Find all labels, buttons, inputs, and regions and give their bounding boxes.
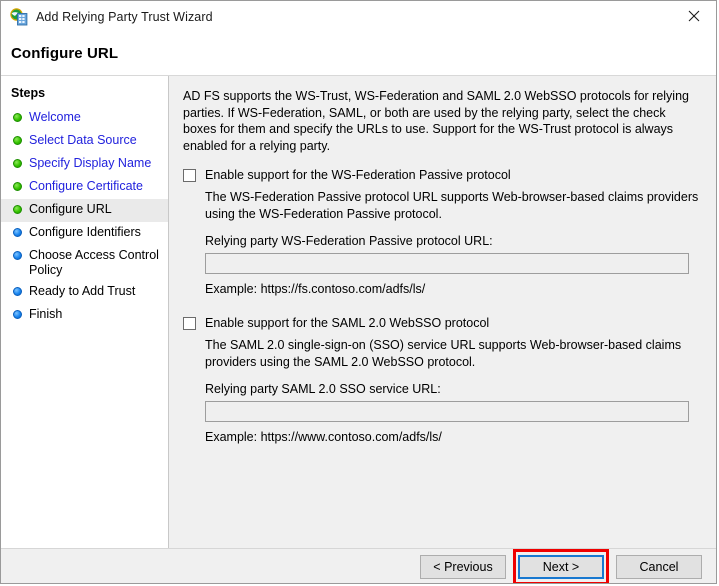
wsfed-url-label: Relying party WS-Federation Passive prot… (205, 234, 493, 248)
step-bullet-icon (13, 113, 22, 122)
sidebar-item-label: Configure Certificate (29, 179, 143, 193)
steps-heading: Steps (11, 86, 46, 100)
wsfed-checkbox-row[interactable]: Enable support for the WS-Federation Pas… (183, 168, 702, 183)
button-bar: < Previous Next > Cancel (1, 548, 716, 583)
saml-url-input[interactable] (205, 401, 689, 422)
sidebar-item-ready-to-add-trust[interactable]: Ready to Add Trust (1, 281, 168, 304)
sidebar-item-label: Configure URL (29, 202, 112, 216)
cancel-button[interactable]: Cancel (616, 554, 702, 579)
wsfed-example-text: Example: https://fs.contoso.com/adfs/ls/ (205, 282, 426, 296)
sidebar-item-label: Ready to Add Trust (29, 284, 136, 298)
close-icon[interactable] (671, 1, 716, 31)
step-bullet-icon (13, 136, 22, 145)
wsfed-url-input[interactable] (205, 253, 689, 274)
title-bar: Add Relying Party Trust Wizard (1, 1, 716, 32)
sidebar-item-configure-url[interactable]: Configure URL (1, 199, 168, 222)
saml-url-label: Relying party SAML 2.0 SSO service URL: (205, 382, 441, 396)
sidebar-item-label: Select Data Source (29, 133, 137, 147)
sidebar-item-select-data-source[interactable]: Select Data Source (1, 130, 168, 153)
wsfed-checkbox-label: Enable support for the WS-Federation Pas… (205, 168, 511, 182)
saml-section: The SAML 2.0 single-sign-on (SSO) servic… (205, 337, 702, 444)
sidebar-item-configure-certificate[interactable]: Configure Certificate (1, 176, 168, 199)
page-title: Configure URL (11, 45, 119, 62)
sidebar-item-configure-identifiers[interactable]: Configure Identifiers (1, 222, 168, 245)
window-title: Add Relying Party Trust Wizard (36, 9, 213, 24)
previous-button[interactable]: < Previous (420, 554, 506, 579)
wizard-body: Steps Welcome Select Data Source Specify… (1, 76, 716, 548)
resize-grip-icon[interactable] (354, 580, 364, 583)
content-panel: AD FS supports the WS-Trust, WS-Federati… (169, 76, 716, 548)
wsfed-section: The WS-Federation Passive protocol URL s… (205, 189, 702, 296)
sidebar-item-welcome[interactable]: Welcome (1, 107, 168, 130)
wsfed-enable-checkbox[interactable] (183, 169, 196, 182)
saml-enable-checkbox[interactable] (183, 317, 196, 330)
step-bullet-icon (13, 251, 22, 260)
sidebar-item-label: Specify Display Name (29, 156, 152, 170)
sidebar-item-label: Finish (29, 307, 63, 321)
step-bullet-icon (13, 205, 22, 214)
sidebar-item-label: Choose Access Control Policy (29, 248, 159, 277)
step-bullet-icon (13, 287, 22, 296)
intro-paragraph: AD FS supports the WS-Trust, WS-Federati… (183, 89, 689, 153)
next-button[interactable]: Next > (518, 554, 604, 579)
wsfed-description: The WS-Federation Passive protocol URL s… (205, 190, 699, 221)
sidebar-item-finish[interactable]: Finish (1, 304, 168, 327)
adfs-globe-server-icon (10, 7, 28, 26)
sidebar-item-choose-access-control-policy[interactable]: Choose Access Control Policy (1, 245, 168, 281)
saml-description: The SAML 2.0 single-sign-on (SSO) servic… (205, 338, 682, 369)
page-header: Configure URL (1, 32, 716, 76)
saml-checkbox-row[interactable]: Enable support for the SAML 2.0 WebSSO p… (183, 316, 702, 331)
step-bullet-icon (13, 182, 22, 191)
wizard-window: Add Relying Party Trust Wizard Configure… (0, 0, 717, 584)
saml-example-text: Example: https://www.contoso.com/adfs/ls… (205, 430, 442, 444)
sidebar-item-label: Welcome (29, 110, 81, 124)
step-bullet-icon (13, 310, 22, 319)
sidebar-item-specify-display-name[interactable]: Specify Display Name (1, 153, 168, 176)
sidebar-item-label: Configure Identifiers (29, 225, 141, 239)
saml-checkbox-label: Enable support for the SAML 2.0 WebSSO p… (205, 316, 490, 330)
steps-sidebar: Steps Welcome Select Data Source Specify… (1, 76, 169, 548)
step-bullet-icon (13, 159, 22, 168)
step-bullet-icon (13, 228, 22, 237)
next-button-focus-wrapper: Next > (513, 548, 609, 583)
